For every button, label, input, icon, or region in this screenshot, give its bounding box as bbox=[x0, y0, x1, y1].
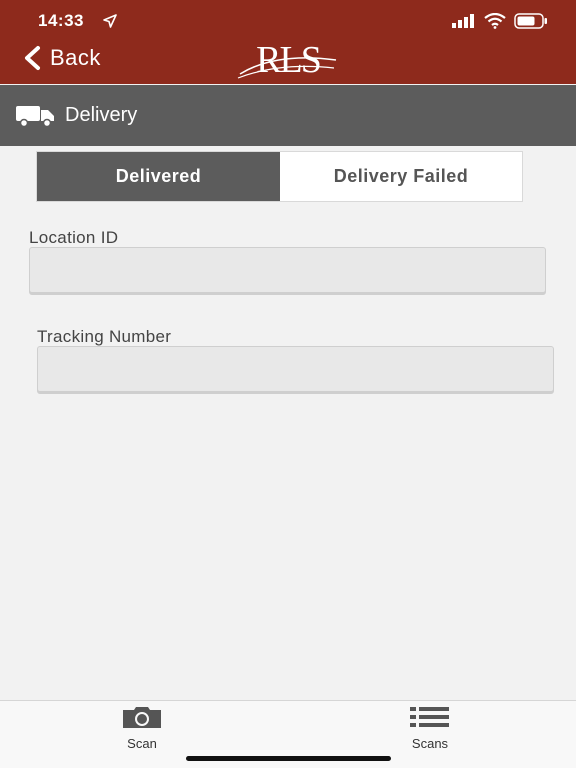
logo-text: RLS bbox=[256, 39, 322, 81]
list-icon bbox=[410, 707, 449, 727]
tracking-number-input[interactable] bbox=[37, 346, 554, 392]
camera-icon bbox=[123, 707, 161, 728]
section-header: Delivery bbox=[0, 85, 576, 146]
segment-delivery-failed[interactable]: Delivery Failed bbox=[280, 152, 522, 201]
status-indicators bbox=[452, 13, 548, 29]
delivery-status-segmented-control: Delivered Delivery Failed bbox=[36, 151, 523, 202]
cellular-signal-icon bbox=[452, 14, 474, 28]
location-id-label: Location ID bbox=[29, 228, 119, 247]
home-indicator bbox=[186, 756, 391, 761]
location-arrow-icon bbox=[103, 14, 117, 28]
chevron-left-icon bbox=[25, 46, 40, 70]
status-time: 14:33 bbox=[38, 11, 84, 30]
app-screen: 14:33 Back RLS Delivery Delivered Delive… bbox=[0, 0, 576, 768]
tracking-number-label: Tracking Number bbox=[37, 327, 172, 346]
rls-logo: RLS bbox=[236, 38, 340, 82]
truck-icon bbox=[16, 106, 54, 127]
section-title: Delivery bbox=[65, 104, 138, 126]
back-button[interactable]: Back bbox=[22, 42, 101, 74]
top-bar: 14:33 Back RLS bbox=[0, 0, 576, 84]
tab-scan-label: Scan bbox=[127, 736, 157, 751]
wifi-icon bbox=[484, 13, 506, 29]
back-label: Back bbox=[50, 45, 101, 70]
tab-scan[interactable]: Scan bbox=[102, 705, 182, 751]
tab-scans-label: Scans bbox=[411, 736, 449, 751]
battery-icon bbox=[514, 13, 547, 29]
tab-scans[interactable]: Scans bbox=[390, 705, 470, 751]
segment-delivered[interactable]: Delivered bbox=[37, 152, 280, 201]
location-id-input[interactable] bbox=[29, 247, 546, 293]
